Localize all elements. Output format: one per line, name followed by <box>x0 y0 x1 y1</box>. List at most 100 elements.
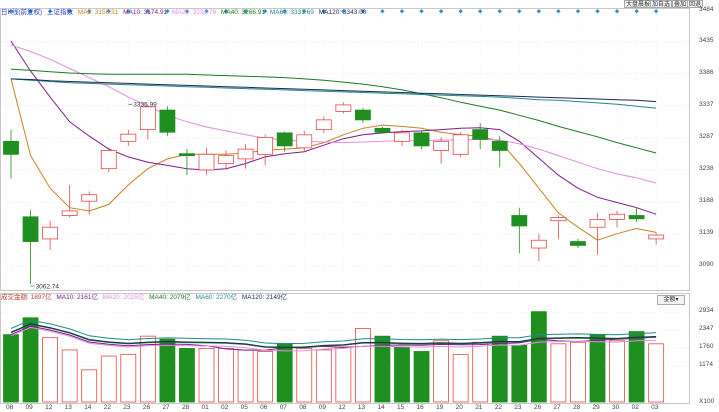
event-marker-icon <box>595 9 600 14</box>
date-tick-label: 09 <box>25 404 33 411</box>
date-tick-label: 12 <box>338 404 346 411</box>
volume-bar <box>42 337 58 403</box>
date-tick-label: 12 <box>45 404 53 411</box>
volume-bar <box>61 349 78 403</box>
legend-ma20: MA20: 3233.78 <box>172 9 217 16</box>
price-tick-label: 3287 <box>699 133 714 141</box>
legend-turnover: 成交金额: 1897亿 <box>1 294 52 301</box>
volume-bar <box>550 343 567 403</box>
volume-bar <box>315 349 332 403</box>
candle-body <box>491 140 508 151</box>
date-tick-label: 29 <box>592 404 600 411</box>
candle-body <box>42 226 58 240</box>
volume-bar <box>570 341 586 403</box>
candle-body <box>452 134 469 155</box>
price-tick-label: 3386 <box>699 68 714 76</box>
candle-body <box>159 109 176 133</box>
date-tick-label: 27 <box>162 404 170 411</box>
legend-vol-ma20: MA20: 2025亿 <box>102 294 145 301</box>
candle-body <box>628 215 645 220</box>
date-tick-label: 13 <box>64 404 72 411</box>
period-label[interactable]: 日K线(前复权) <box>1 9 42 16</box>
event-marker-icon <box>419 9 424 14</box>
candle-body <box>120 133 137 142</box>
legend-vol-ma10: MA10: 2161亿 <box>56 294 98 301</box>
volume-bar <box>530 311 547 403</box>
price-annotation: 3335.99 <box>133 101 157 108</box>
date-tick-label: 08 <box>6 404 14 411</box>
volume-chart <box>1 311 691 403</box>
candle-body <box>276 132 293 147</box>
price-chart-panel[interactable]: 3335.99 3062.74 日K线(前复权) 上证指数 MA5: 3150.3… <box>0 8 691 292</box>
event-marker-icon <box>653 9 659 14</box>
volume-type-label: 金额 <box>663 297 676 303</box>
toolbar-add-watchlist-button[interactable]: 加自选 <box>650 0 673 8</box>
ma-line-ma60 <box>10 78 657 109</box>
date-tick-label: 03 <box>651 404 659 411</box>
price-annotation: 3062.74 <box>36 283 60 290</box>
volume-bar <box>81 369 98 403</box>
toolbar-dapan-button[interactable]: 大盘晨报 <box>624 0 653 8</box>
price-tick-label: 3139 <box>699 229 714 237</box>
date-tick-label: 02 <box>631 404 639 411</box>
price-axis-top-label: 3484 <box>699 6 714 13</box>
date-tick-label: 13 <box>357 404 366 411</box>
volume-bar <box>159 338 176 403</box>
candle-body <box>374 127 391 133</box>
candle-body <box>198 153 215 171</box>
volume-chart-panel[interactable]: 成交金额: 1897亿 MA10: 2161亿 MA20: 2025亿 MA40… <box>0 293 691 404</box>
candle-body <box>472 129 489 140</box>
date-tick-label: 22 <box>494 404 502 411</box>
volume-bar <box>335 346 352 403</box>
candle-body <box>81 194 98 202</box>
event-marker-icon <box>497 9 502 14</box>
legend-vol-ma60: MA60: 2270亿 <box>195 294 238 301</box>
date-tick-label: 16 <box>416 404 424 411</box>
price-legend: 日K线(前复权) 上证指数 MA5: 3150.31 MA10: 3174.91… <box>1 9 369 17</box>
candle-body <box>22 216 39 242</box>
event-marker-icon <box>556 9 561 14</box>
date-tick-label: 23 <box>123 404 131 411</box>
event-marker-icon <box>458 9 463 14</box>
legend-vol-ma120: MA120: 2149亿 <box>241 294 288 301</box>
candle-body <box>257 137 274 155</box>
date-tick-label: 26 <box>142 404 151 411</box>
price-tick-label: 3337 <box>699 100 714 108</box>
candle-body <box>3 140 19 155</box>
date-tick-label: 20 <box>455 404 463 411</box>
volume-bar <box>394 346 410 403</box>
volume-bar <box>257 351 274 403</box>
date-tick-label: 26 <box>533 404 542 411</box>
event-marker-icon <box>399 9 405 14</box>
volume-tick-label: 2934 <box>699 307 714 315</box>
date-tick-label: 05 <box>240 404 248 411</box>
volume-legend: 成交金额: 1897亿 MA10: 2161亿 MA20: 2025亿 MA40… <box>1 294 290 302</box>
chevron-down-icon: ▾ <box>675 297 679 303</box>
date-tick-label: 01 <box>201 404 209 411</box>
event-marker-icon <box>380 9 385 14</box>
volume-bar <box>22 317 39 403</box>
volume-type-select[interactable]: 金额▾ <box>657 295 685 305</box>
volume-unit-label: X100 <box>699 398 715 405</box>
toolbar-overlay-button[interactable]: 叠加 <box>672 0 689 8</box>
date-tick-label: 06 <box>260 404 268 411</box>
volume-tick-label: 1174 <box>699 361 713 369</box>
volume-bar <box>198 348 215 403</box>
volume-bar <box>511 344 528 403</box>
candle-body <box>296 134 313 149</box>
vol-ma60-line <box>10 319 657 345</box>
date-tick-label: 08 <box>299 404 307 411</box>
volume-bar <box>472 341 489 403</box>
volume-bar <box>100 355 117 403</box>
event-marker-icon <box>614 9 620 14</box>
event-marker-icon <box>478 9 483 14</box>
event-marker-icon <box>536 9 542 14</box>
legend-ma10: MA10: 3174.91 <box>123 9 168 16</box>
legend-vol-ma40: MA40: 2079亿 <box>149 294 191 301</box>
candle-body <box>100 150 117 170</box>
event-marker-icon <box>634 9 639 14</box>
candle-body <box>433 140 450 151</box>
ma-line-ma10 <box>10 40 657 215</box>
volume-bar <box>237 349 254 403</box>
legend-ma60: MA60: 3331.69 <box>269 9 314 16</box>
